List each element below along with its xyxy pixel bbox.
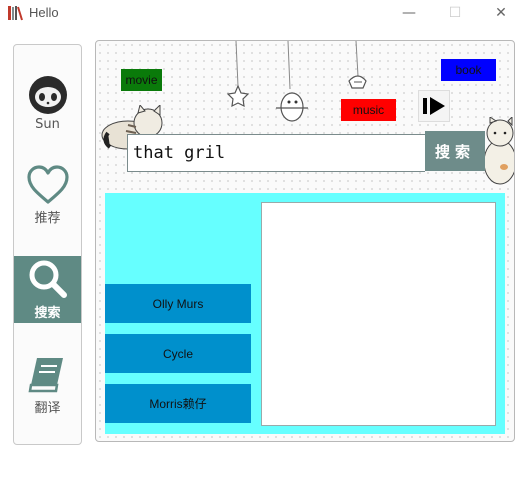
search-input[interactable]: that gril <box>127 134 425 172</box>
category-movie-tag[interactable]: movie <box>121 69 162 91</box>
minimize-icon: — <box>402 5 416 21</box>
search-icon <box>29 260 67 298</box>
sidebar-item-sun[interactable]: Sun <box>14 75 81 132</box>
book-icon <box>28 358 63 393</box>
close-button[interactable]: ✕ <box>478 0 521 26</box>
hanging-decoration-icon <box>226 41 367 122</box>
maximize-icon: ☐ <box>448 5 462 21</box>
search-button[interactable]: 搜索 <box>425 131 485 171</box>
close-icon: ✕ <box>495 5 507 21</box>
play-icon <box>423 97 445 115</box>
sidebar-item-recommend[interactable]: 推荐 <box>14 165 81 226</box>
play-button[interactable] <box>418 90 450 122</box>
result-detail-panel <box>261 202 496 426</box>
app-window: Hello — ☐ ✕ Sun 推荐 搜索 翻译 movie music boo… <box>0 0 521 478</box>
sidebar: Sun 推荐 搜索 翻译 <box>13 44 82 445</box>
github-cat-icon <box>28 76 67 114</box>
maximize-button[interactable]: ☐ <box>432 0 478 26</box>
sidebar-item-label: 搜索 <box>34 306 61 321</box>
sidebar-item-label: Sun <box>35 117 60 132</box>
results-area: Olly Murs Cycle Morris赖仔 <box>105 193 505 434</box>
result-item[interactable]: Cycle <box>105 334 251 373</box>
search-panel: movie music book that gril 搜索 Olly Murs … <box>95 40 515 442</box>
title-bar: Hello — ☐ ✕ <box>0 0 521 26</box>
sidebar-item-label: 翻译 <box>34 401 61 416</box>
sidebar-item-translate[interactable]: 翻译 <box>14 355 81 416</box>
result-item[interactable]: Morris赖仔 <box>105 384 251 423</box>
books-icon <box>8 6 23 21</box>
sidebar-item-label: 推荐 <box>34 211 61 226</box>
category-music-tag[interactable]: music <box>341 99 396 121</box>
heart-icon <box>26 165 69 204</box>
result-item[interactable]: Olly Murs <box>105 284 251 323</box>
minimize-button[interactable]: — <box>386 0 432 26</box>
sidebar-item-search[interactable]: 搜索 <box>14 256 81 323</box>
window-title: Hello <box>29 5 59 20</box>
category-book-tag[interactable]: book <box>441 59 496 81</box>
